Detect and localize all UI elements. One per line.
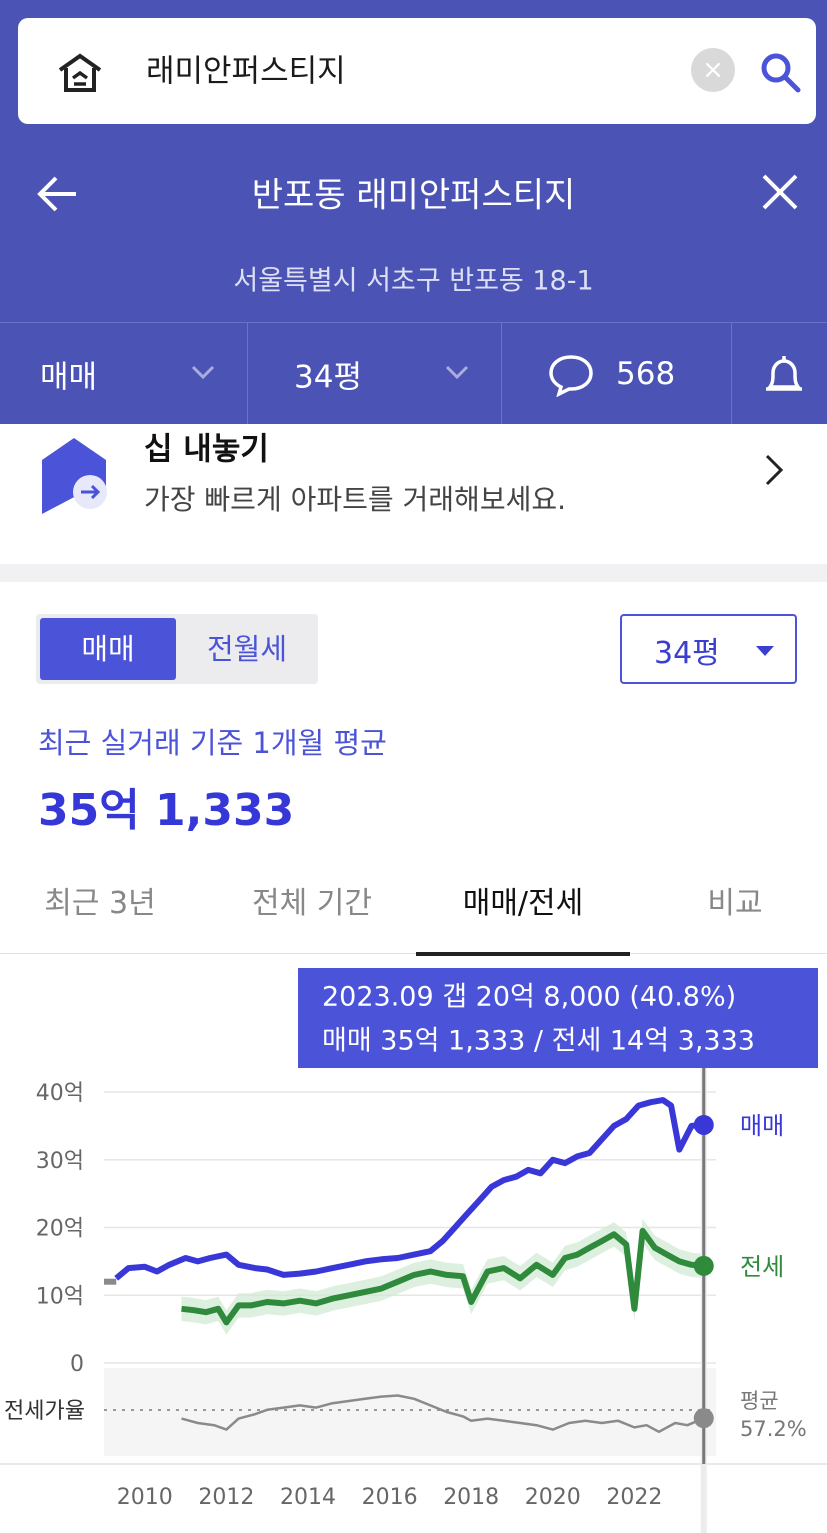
house-upload-icon <box>42 438 107 514</box>
size-label: 34평 <box>294 359 362 396</box>
ratio-end-marker <box>693 1408 714 1429</box>
chevron-right-icon <box>765 454 784 486</box>
toggle-rent[interactable]: 전월세 <box>180 618 314 680</box>
search-input[interactable]: 래미안퍼스티지 <box>146 46 346 91</box>
tab-compare[interactable]: 비교 <box>640 862 827 954</box>
deal-type-toggle: 매매 전월세 <box>36 614 318 684</box>
speech-bubble-icon <box>549 355 593 397</box>
chevron-down-icon <box>191 365 215 380</box>
jeonse-series-label: 전세 <box>740 1253 784 1281</box>
banner-title: 십 내놓기 <box>144 431 269 468</box>
section-divider <box>0 564 827 582</box>
search-icon[interactable] <box>758 50 802 94</box>
comments-count: 568 <box>616 356 676 392</box>
sale-end-marker <box>693 1114 714 1135</box>
x-tick-label: 2012 <box>198 1485 254 1510</box>
y-tick-label: 0 <box>70 1352 84 1377</box>
home-icon <box>58 53 102 92</box>
comments-button[interactable]: 568 <box>502 323 732 425</box>
toggle-sale[interactable]: 매매 <box>40 618 176 680</box>
ratio-band <box>104 1368 716 1456</box>
tooltip-prices: 매매 35억 1,333 / 전세 14억 3,333 <box>322 1025 755 1057</box>
clear-search-button[interactable]: × <box>691 48 735 92</box>
bell-icon <box>766 356 802 391</box>
price-chart[interactable]: 40억 30억 20억 10억 0 전세가율 2010 2012 2014 2016 2018 202… <box>0 954 827 1533</box>
y-tick-label: 20억 <box>36 1217 84 1242</box>
tab-all-period[interactable]: 전체 기간 <box>210 862 414 954</box>
chart-tooltip: 2023.09 갭 20억 8,000 (40.8%) 매매 35억 1,333… <box>298 968 818 1068</box>
deal-type-label: 매매 <box>40 359 98 396</box>
sale-series-line <box>114 1097 705 1281</box>
average-price: 35억 1,333 <box>38 785 295 836</box>
tab-recent-3y[interactable]: 최근 3년 <box>0 862 200 954</box>
x-tick-label: 2014 <box>280 1485 336 1510</box>
tooltip-gap: 2023.09 갭 20억 8,000 (40.8%) <box>322 981 737 1013</box>
close-icon: × <box>702 55 724 85</box>
notification-button[interactable] <box>732 323 827 425</box>
sell-banner[interactable]: 십 내놓기 가장 빠르게 아파트를 거래해보세요. <box>0 424 827 564</box>
y-tick-label: 30억 <box>36 1149 84 1174</box>
size-dropdown[interactable]: 34평 <box>248 323 502 425</box>
period-tabs: 최근 3년 전체 기간 매매/전세 비교 <box>0 862 827 956</box>
x-tick-label: 2022 <box>606 1485 662 1510</box>
address: 서울특별시 서초구 반포동 18-1 <box>233 265 594 297</box>
deal-type-dropdown[interactable]: 매매 <box>0 323 248 425</box>
sale-series-label: 매매 <box>740 1112 784 1140</box>
average-label: 최근 실거래 기준 1개월 평균 <box>38 726 387 760</box>
ratio-label: 전세가율 <box>4 1399 85 1424</box>
banner-subtitle: 가장 빠르게 아파트를 거래해보세요. <box>144 483 567 516</box>
caret-down-icon <box>756 646 774 656</box>
close-icon[interactable] <box>760 172 800 212</box>
ratio-average-label: 평균 <box>740 1389 779 1413</box>
tab-sale-jeonse[interactable]: 매매/전세 <box>416 862 630 956</box>
ratio-average-value: 57.2% <box>740 1417 807 1441</box>
y-tick-label: 40억 <box>36 1081 84 1106</box>
size-select-label: 34평 <box>654 636 720 671</box>
y-tick-label: 10억 <box>36 1284 84 1309</box>
x-tick-label: 2018 <box>443 1485 499 1510</box>
size-select[interactable]: 34평 <box>620 614 797 684</box>
x-tick-label: 2010 <box>117 1485 173 1510</box>
jeonse-end-marker <box>693 1255 714 1276</box>
x-tick-label: 2016 <box>362 1485 418 1510</box>
search-bar[interactable]: 래미안퍼스티지 × <box>18 18 816 124</box>
page-title: 반포동 래미안퍼스티지 <box>251 175 576 216</box>
chevron-down-icon <box>445 365 469 380</box>
filter-bar: 매매 34평 568 <box>0 322 827 425</box>
x-tick-label: 2020 <box>525 1485 581 1510</box>
